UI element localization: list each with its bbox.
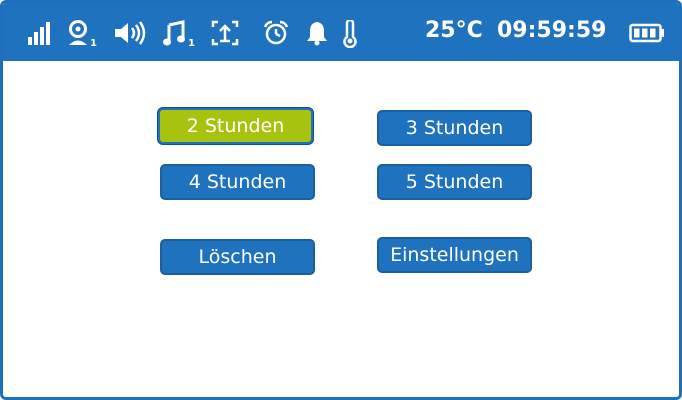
timer-menu: 2 Stunden 3 Stunden 4 Stunden 5 Stunden … (3, 61, 679, 397)
thermometer-icon (341, 20, 359, 48)
menu-item-5-hours[interactable]: 5 Stunden (377, 164, 532, 200)
menu-item-2-hours[interactable]: 2 Stunden (158, 108, 313, 144)
camera-icon: 1 (65, 20, 99, 48)
menu-item-settings[interactable]: Einstellungen (377, 237, 532, 273)
status-bar: 1 1 25°C 09:59:59 (3, 3, 679, 61)
temperature-readout: 25°C (425, 18, 483, 43)
battery-icon (629, 23, 665, 49)
alarm-clock-icon (263, 20, 289, 46)
lullaby-index-label: 1 (188, 38, 195, 48)
volume-icon (113, 20, 149, 46)
menu-item-4-hours[interactable]: 4 Stunden (160, 164, 315, 200)
camera-index-label: 1 (90, 38, 97, 48)
menu-item-delete[interactable]: Löschen (160, 239, 315, 275)
lullaby-icon: 1 (163, 20, 197, 48)
clock-readout: 09:59:59 (497, 18, 607, 43)
bell-icon (305, 20, 329, 46)
zoom-icon (211, 20, 239, 46)
monitor-screen: 1 1 25°C 09:59:59 2 Stunden 3 Stunden 4 … (0, 0, 682, 400)
menu-item-3-hours[interactable]: 3 Stunden (377, 110, 532, 146)
signal-strength-icon (27, 20, 51, 46)
